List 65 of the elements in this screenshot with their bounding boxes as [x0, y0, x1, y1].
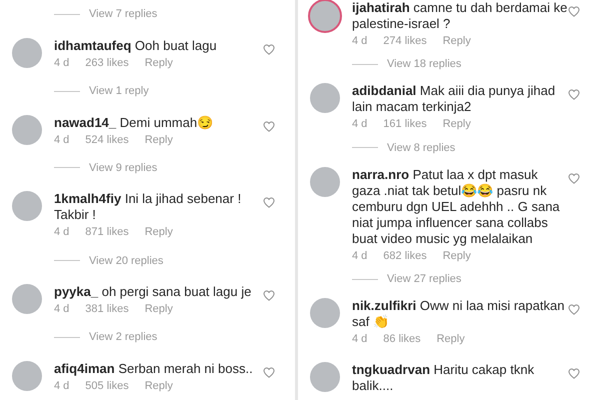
reply-link[interactable]: Reply: [442, 33, 471, 49]
reply-link[interactable]: Reply: [144, 301, 173, 318]
reply-link[interactable]: Reply: [144, 224, 173, 240]
comment-text: tngkuadrvan Haritu cakap tknk balik....: [352, 362, 536, 394]
reply-link[interactable]: Reply: [436, 330, 465, 347]
comment-text: afiq4iman Serban merah ni boss..: [54, 360, 254, 377]
comment-time: 4 d: [352, 332, 368, 347]
view-replies-link[interactable]: View 2 replies: [89, 329, 158, 346]
comment-time: 4 d: [54, 378, 70, 394]
likes-count[interactable]: 274 likes: [383, 33, 427, 49]
view-replies-link[interactable]: View 9 replies: [89, 160, 158, 176]
comment-time: 4 d: [352, 34, 368, 49]
comment-time: 4 d: [54, 302, 70, 318]
likes-count[interactable]: 86 likes: [383, 330, 421, 347]
view-replies-link[interactable]: View 1 reply: [89, 82, 149, 100]
avatar[interactable]: [310, 362, 340, 392]
comment-text: idhamtaufeq Ooh buat lagu: [54, 38, 218, 54]
comment-text: adibdanial Mak aiii dia punya jihad lain macam terkinja2: [352, 83, 556, 116]
avatar[interactable]: [12, 284, 42, 314]
avatar[interactable]: [310, 166, 340, 197]
likes-count[interactable]: 871 likes: [85, 224, 129, 240]
heart-icon[interactable]: [263, 120, 275, 132]
comment-text: nik.zulfikri Oww ni laa misi rapatkan saf 👏: [352, 298, 566, 330]
comment-text: nawad14_ Demi ummah😏: [54, 114, 214, 131]
avatar[interactable]: [12, 38, 42, 68]
view-replies-link[interactable]: View 18 replies: [387, 56, 462, 73]
likes-count[interactable]: 524 likes: [85, 132, 129, 148]
comment-time: 4 d: [352, 248, 368, 264]
comment-text: narra.nro Patut laa x dpt masuk gaza .niat tak betul😂😂 pasru nk cemburu dgn UEL adehhh .. G sana niat jumpa influencer sana collabs buat video music yg melalaikan: [352, 166, 561, 247]
likes-count[interactable]: 505 likes: [85, 378, 129, 394]
reply-link[interactable]: Reply: [442, 116, 471, 132]
comment-time: 4 d: [352, 117, 368, 132]
reply-link[interactable]: Reply: [144, 54, 173, 71]
comment-text: 1kmalh4fiy Ini la jihad sebenar ! Takbir !: [54, 191, 242, 224]
view-replies-link[interactable]: View 27 replies: [387, 271, 462, 288]
likes-count[interactable]: 682 likes: [383, 248, 427, 264]
reply-link[interactable]: Reply: [144, 378, 173, 394]
heart-icon[interactable]: [263, 290, 275, 302]
heart-icon[interactable]: [568, 89, 580, 100]
likes-count[interactable]: 381 likes: [85, 301, 129, 318]
avatar[interactable]: [308, 0, 342, 33]
comment-text: pyyka_ oh pergi sana buat lagu je: [54, 284, 252, 300]
heart-icon[interactable]: [568, 368, 580, 379]
likes-count[interactable]: 161 likes: [383, 116, 427, 132]
avatar[interactable]: [12, 191, 42, 222]
avatar[interactable]: [12, 114, 42, 145]
avatar[interactable]: [310, 298, 340, 328]
heart-icon[interactable]: [568, 172, 580, 184]
heart-icon[interactable]: [568, 304, 580, 315]
heart-icon[interactable]: [263, 44, 275, 55]
heart-icon[interactable]: [263, 197, 275, 208]
reply-link[interactable]: Reply: [442, 248, 471, 264]
view-replies-link[interactable]: View 20 replies: [89, 252, 164, 270]
avatar[interactable]: [12, 360, 42, 391]
comment-time: 4 d: [54, 132, 70, 148]
comment-time: 4 d: [54, 225, 70, 240]
comment-text: ijahatirah camne tu dah berdamai ke palestine-israel ?: [352, 0, 568, 32]
heart-icon[interactable]: [568, 6, 580, 17]
view-replies-link[interactable]: View 7 replies: [89, 6, 158, 23]
likes-count[interactable]: 263 likes: [85, 54, 129, 71]
heart-icon[interactable]: [263, 366, 275, 378]
reply-link[interactable]: Reply: [144, 132, 173, 148]
comment-time: 4 d: [54, 56, 70, 71]
avatar[interactable]: [310, 83, 340, 114]
view-replies-link[interactable]: View 8 replies: [387, 140, 456, 156]
